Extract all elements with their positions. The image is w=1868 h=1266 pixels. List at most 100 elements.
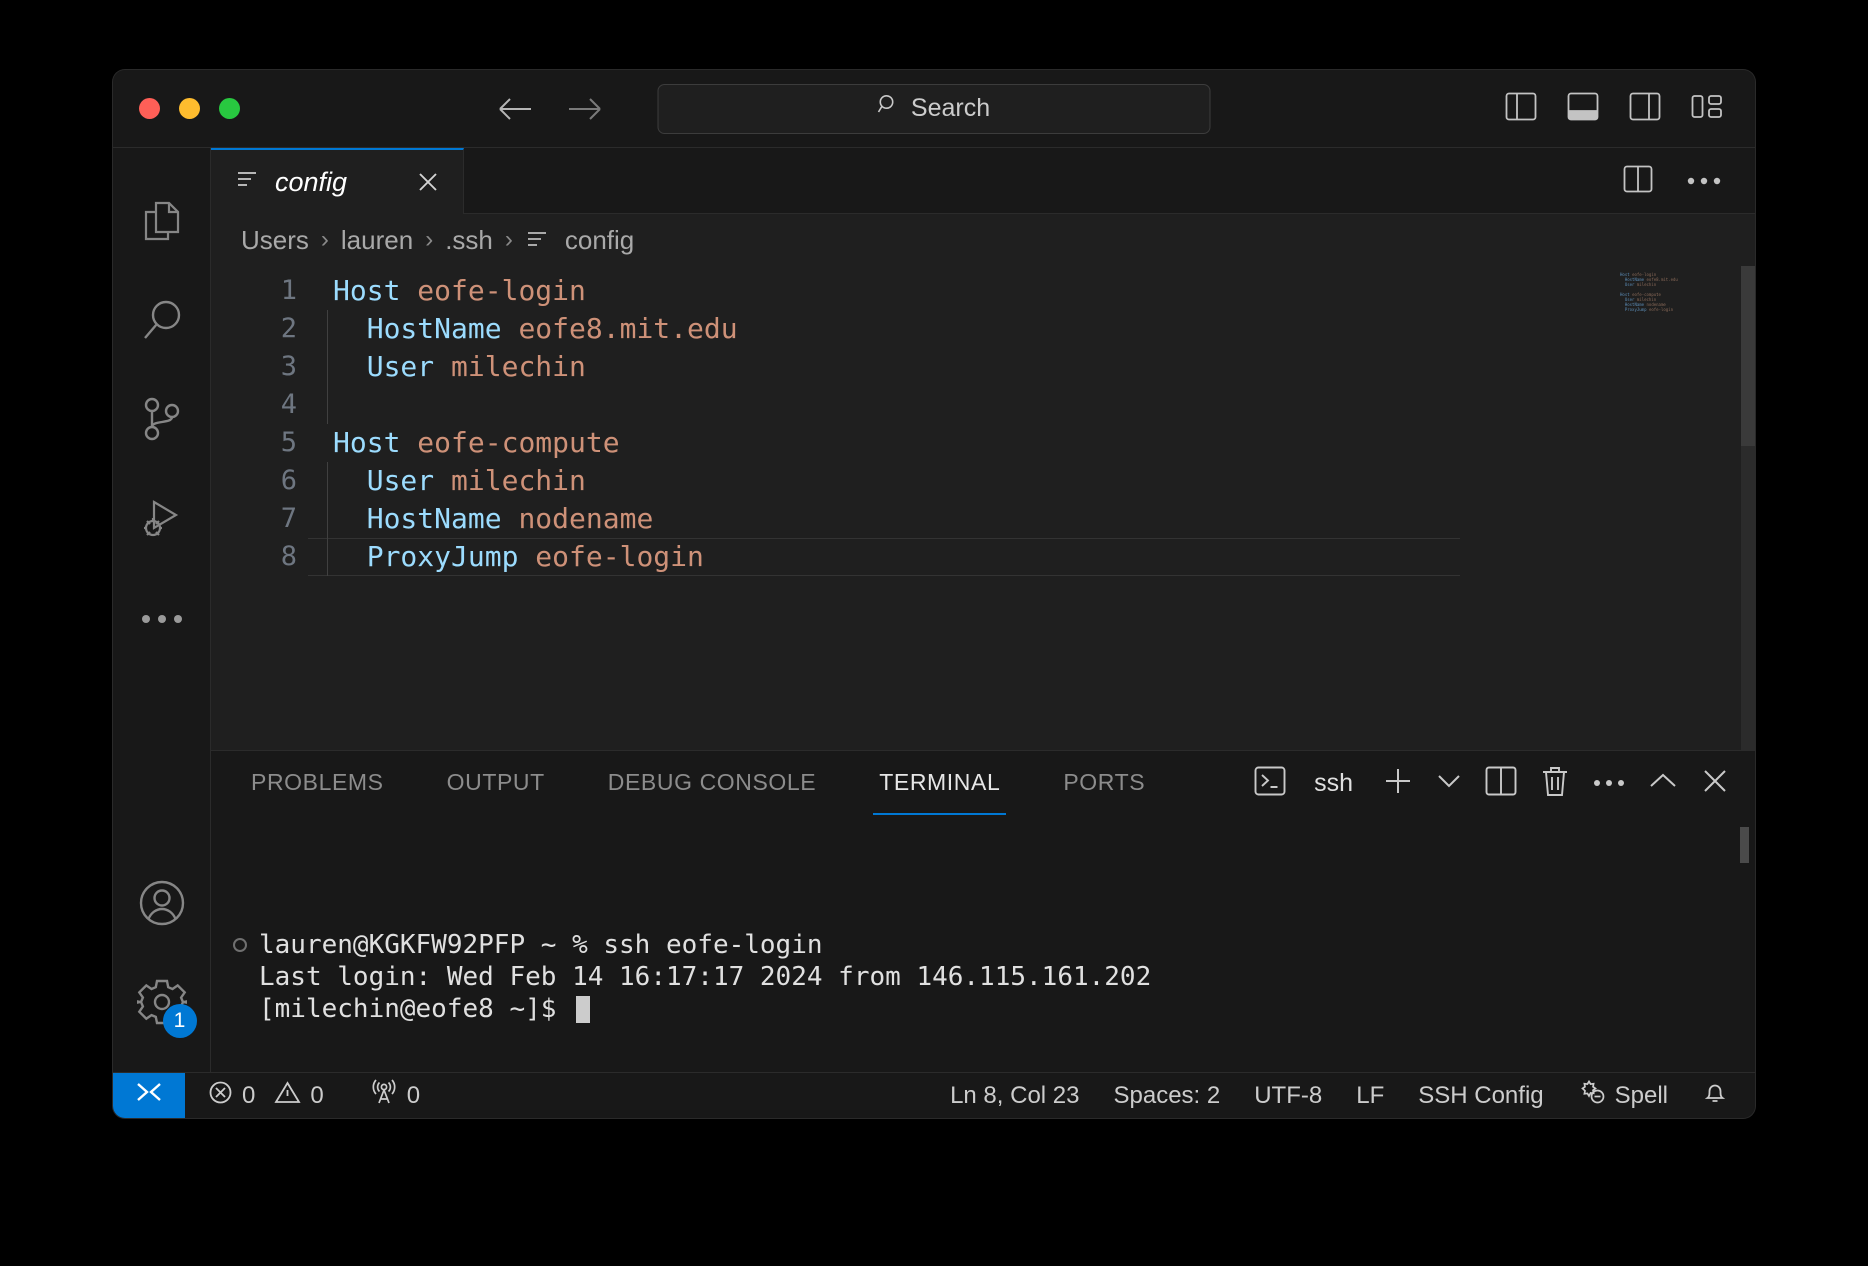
spell-checker-status[interactable]: Spell — [1565, 1073, 1681, 1119]
toggle-secondary-sidebar-icon[interactable] — [1629, 92, 1661, 126]
chevron-down-icon[interactable] — [1437, 773, 1461, 794]
code-line[interactable]: 4 — [211, 386, 1620, 424]
navigation-arrows — [498, 96, 602, 122]
editor-scrollbar[interactable] — [1741, 266, 1755, 750]
sidebar-item-source-control[interactable] — [113, 372, 211, 471]
vscode-window: Search 1 config Users › lauren › .ssh › … — [113, 70, 1755, 1118]
spell-label: Spell — [1614, 1081, 1668, 1109]
notifications-bell[interactable] — [1689, 1073, 1741, 1119]
tab-config[interactable]: config — [211, 148, 464, 214]
tab-ports[interactable]: PORTS — [1057, 751, 1151, 815]
eol-status[interactable]: LF — [1343, 1073, 1397, 1119]
code-line[interactable]: 1 Host eofe-login — [211, 272, 1620, 310]
sidebar-item-run-and-debug[interactable] — [113, 471, 211, 570]
command-center-search[interactable]: Search — [657, 83, 1211, 134]
breadcrumb-item-lauren[interactable]: lauren — [341, 225, 413, 256]
spell-check-icon — [1578, 1079, 1606, 1112]
remote-indicator[interactable] — [113, 1072, 185, 1118]
code-line-text: ProxyJump eofe-login — [297, 538, 704, 576]
ellipsis-icon[interactable] — [1687, 172, 1721, 190]
code-token: nodename — [518, 502, 654, 535]
maximize-window-button[interactable] — [219, 98, 240, 119]
activity-bar-top — [113, 148, 211, 669]
breadcrumb-item-users[interactable]: Users — [241, 225, 309, 256]
tab-problems[interactable]: PROBLEMS — [245, 751, 390, 815]
code-token: ProxyJump — [366, 540, 519, 573]
language-mode-status[interactable]: SSH Config — [1405, 1073, 1556, 1119]
line-number: 1 — [280, 275, 297, 306]
toggle-panel-icon[interactable] — [1567, 92, 1599, 126]
settings-button[interactable]: 1 — [113, 955, 211, 1054]
account-button[interactable] — [113, 856, 211, 955]
radio-tower-icon — [370, 1079, 398, 1112]
terminal-icon[interactable] — [1254, 766, 1286, 801]
tab-debug-console[interactable]: DEBUG CONSOLE — [602, 751, 822, 815]
customize-layout-icon[interactable] — [1691, 92, 1723, 126]
code-line[interactable]: 8 ProxyJump eofe-login — [211, 538, 1620, 576]
minimap[interactable]: Host eofe-login HostName eofe8.mit.edu U… — [1620, 266, 1755, 750]
split-terminal-icon[interactable] — [1485, 766, 1517, 801]
close-icon[interactable] — [1701, 767, 1729, 800]
code-editor[interactable]: 1 Host eofe-login 2 HostName eofe8.mit.edu… — [211, 266, 1620, 750]
code-line[interactable]: 7 HostName nodename — [211, 500, 1620, 538]
breadcrumb-item-ssh[interactable]: .ssh — [445, 225, 493, 256]
tab-output[interactable]: OUTPUT — [441, 751, 551, 815]
indentation-status[interactable]: Spaces: 2 — [1100, 1073, 1233, 1119]
code-line[interactable]: 5 Host eofe-compute — [211, 424, 1620, 462]
status-bar-left: 0 0 0 — [195, 1073, 433, 1119]
panel-tab-bar: PROBLEMS OUTPUT DEBUG CONSOLE TERMINAL P… — [211, 751, 1755, 815]
arrow-right-icon[interactable] — [568, 96, 602, 122]
toggle-primary-sidebar-icon[interactable] — [1505, 92, 1537, 126]
ssh-config-file-icon — [235, 168, 259, 197]
terminal-scrollbar-thumb[interactable] — [1740, 827, 1749, 863]
editor-scrollbar-thumb[interactable] — [1741, 266, 1755, 446]
chevron-up-icon[interactable] — [1649, 772, 1677, 795]
search-icon — [141, 299, 183, 346]
code-line[interactable]: 2 HostName eofe8.mit.edu — [211, 310, 1620, 348]
bottom-panel: PROBLEMS OUTPUT DEBUG CONSOLE TERMINAL P… — [211, 750, 1755, 1072]
code-line[interactable]: 6 User milechin — [211, 462, 1620, 500]
close-icon[interactable] — [415, 169, 441, 195]
editor-toolbar — [1623, 148, 1721, 214]
encoding-status[interactable]: UTF-8 — [1241, 1073, 1335, 1119]
tab-terminal[interactable]: TERMINAL — [873, 751, 1007, 815]
sidebar-item-explorer[interactable] — [113, 174, 211, 273]
terminal-output[interactable]: lauren@KGKFW92PFP ~ % ssh eofe-login Last… — [211, 815, 1755, 1072]
code-token: Host — [333, 274, 401, 307]
trash-icon[interactable] — [1541, 765, 1569, 802]
ports-status[interactable]: 0 — [357, 1073, 433, 1119]
tab-label: config — [275, 166, 348, 197]
chevron-right-icon: › — [425, 226, 434, 253]
window-traffic-lights — [139, 98, 240, 119]
warning-count: 0 — [310, 1081, 324, 1109]
title-bar: Search — [113, 70, 1755, 148]
cursor-position[interactable]: Ln 8, Col 23 — [937, 1073, 1092, 1119]
breadcrumb-item-config[interactable]: config — [565, 225, 634, 256]
problems-status[interactable]: 0 0 — [195, 1073, 337, 1119]
code-line[interactable]: 3 User milechin — [211, 348, 1620, 386]
plus-icon[interactable] — [1383, 766, 1413, 801]
split-editor-icon[interactable] — [1623, 165, 1653, 198]
code-token: User — [366, 464, 435, 497]
indent-guide — [327, 500, 328, 538]
ellipsis-icon[interactable] — [1593, 774, 1625, 792]
search-icon — [878, 94, 900, 123]
run-debug-icon — [140, 496, 184, 545]
terminal-line-text: lauren@KGKFW92PFP ~ % ssh eofe-login — [259, 930, 823, 960]
sidebar-item-more[interactable] — [113, 570, 211, 669]
close-window-button[interactable] — [139, 98, 160, 119]
code-token: User — [366, 350, 435, 383]
arrow-left-icon[interactable] — [498, 96, 532, 122]
workbench-body: 1 config Users › lauren › .ssh › config … — [113, 148, 1755, 1072]
error-icon — [208, 1080, 233, 1112]
indent-guide — [327, 348, 328, 386]
panel-tab-label: DEBUG CONSOLE — [607, 768, 817, 795]
chevron-right-icon: › — [504, 226, 513, 253]
sidebar-item-search[interactable] — [113, 273, 211, 372]
minimize-window-button[interactable] — [179, 98, 200, 119]
tab-bar-filler — [464, 148, 1755, 214]
